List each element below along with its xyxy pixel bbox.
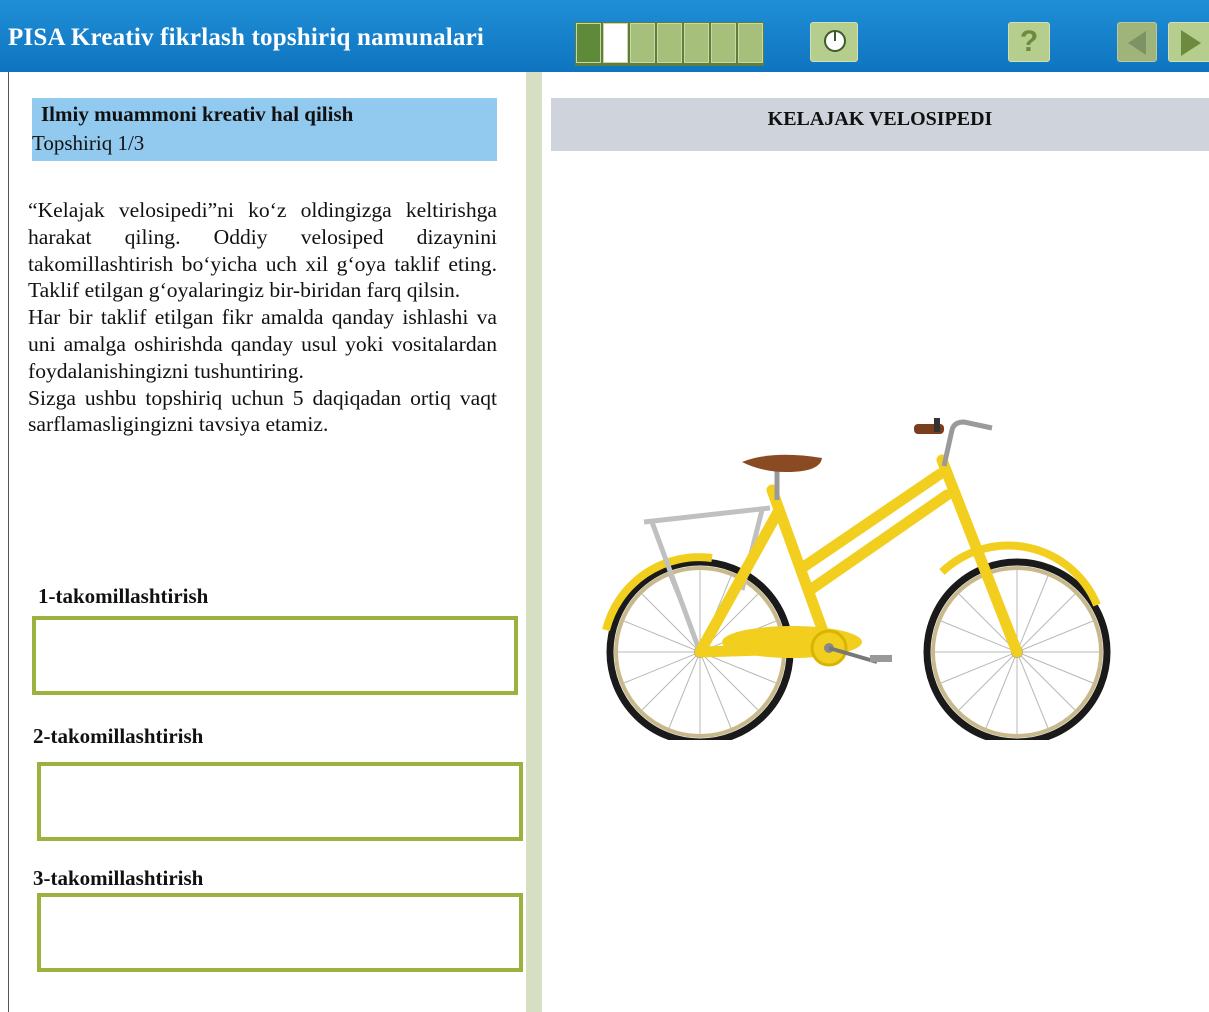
progress-cell [576, 23, 601, 63]
progress-cell [711, 23, 736, 63]
task-instructions: “Kelajak velosipedi”ni ko‘z oldingizga k… [28, 197, 497, 438]
instruction-paragraph: “Kelajak velosipedi”ni ko‘z oldingizga k… [28, 198, 497, 303]
progress-cell [630, 23, 655, 63]
left-panel-border [8, 72, 9, 1012]
task-counter: Topshiriq 1/3 [32, 131, 145, 155]
previous-button[interactable] [1117, 22, 1157, 62]
progress-bar [575, 22, 764, 66]
top-bar: PISA Kreativ fikrlash topshiriq namunala… [0, 0, 1209, 72]
instruction-paragraph: Har bir taklif etilgan fikr amalda qanda… [28, 305, 497, 383]
arrow-right-icon [1181, 30, 1201, 56]
improvement-answer-3[interactable] [37, 893, 523, 972]
task-header: Ilmiy muammoni kreativ hal qilish Topshi… [32, 98, 497, 161]
improvement-answer-2[interactable] [37, 762, 523, 841]
improvement-label-2: 2-takomillashtirish [33, 724, 204, 748]
handlebar [941, 419, 993, 467]
progress-cell [657, 23, 682, 63]
next-button[interactable] [1168, 22, 1209, 62]
task-title: Ilmiy muammoni kreativ hal qilish [41, 102, 354, 126]
yellow-bicycle-image [602, 418, 1111, 740]
improvement-label-1: 1-takomillashtirish [38, 584, 209, 608]
timer-button[interactable] [810, 22, 858, 62]
help-button[interactable]: ? [1008, 22, 1050, 62]
clock-icon [824, 30, 846, 52]
instruction-paragraph: Sizga ushbu topshiriq uchun 5 daqiqadan … [28, 385, 497, 437]
improvement-label-3: 3-takomillashtirish [33, 866, 204, 890]
arrow-left-icon [1128, 31, 1146, 55]
panel-divider[interactable] [526, 72, 542, 1012]
improvement-answer-1[interactable] [32, 616, 518, 695]
help-icon: ? [1019, 25, 1039, 58]
stimulus-title: KELAJAK VELOSIPEDI [551, 98, 1209, 151]
progress-cell [738, 23, 763, 63]
saddle [742, 454, 822, 472]
app-title: PISA Kreativ fikrlash topshiriq namunala… [8, 24, 485, 51]
progress-cell [684, 23, 709, 63]
progress-cell [603, 23, 628, 63]
